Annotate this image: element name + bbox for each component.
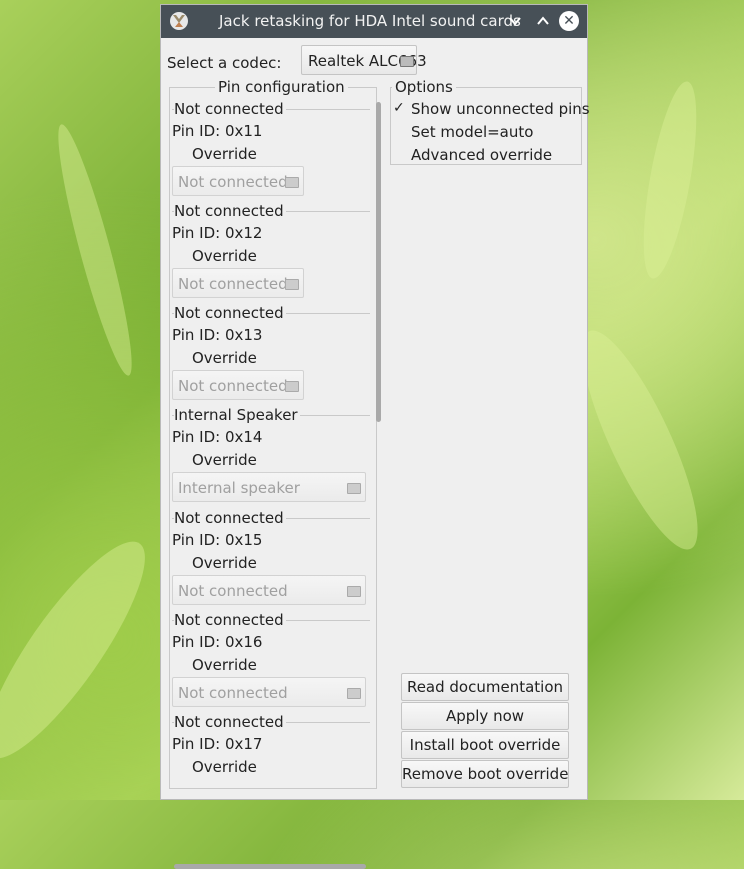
horizontal-scrollbar[interactable] bbox=[174, 864, 366, 869]
pin-name: Not connected bbox=[174, 509, 286, 527]
pin-connection-select[interactable]: Not connected bbox=[172, 370, 304, 400]
pin-name: Internal Speaker bbox=[174, 406, 300, 424]
pin-group: Not connected Pin ID: 0x16 Override Not … bbox=[170, 611, 374, 713]
pin-configuration-legend: Pin configuration bbox=[215, 78, 348, 96]
pin-connection-select[interactable]: Not connected bbox=[172, 677, 366, 707]
pin-connection-value: Not connected bbox=[178, 377, 288, 395]
codec-label: Select a codec: bbox=[167, 54, 282, 72]
pin-group: Not connected Pin ID: 0x15 Override Not … bbox=[170, 509, 374, 611]
pin-connection-select[interactable]: Internal speaker bbox=[172, 472, 366, 502]
pin-name: Not connected bbox=[174, 611, 286, 629]
override-label[interactable]: Override bbox=[192, 349, 257, 367]
apply-now-button[interactable]: Apply now bbox=[401, 702, 569, 730]
override-label[interactable]: Override bbox=[192, 656, 257, 674]
dropdown-icon bbox=[285, 279, 299, 290]
pin-name: Not connected bbox=[174, 202, 286, 220]
codec-select[interactable]: Realtek ALC663 bbox=[301, 45, 427, 75]
pin-connection-value: Not connected bbox=[178, 173, 288, 191]
title-bar[interactable]: Jack retasking for HDA Intel sound cards… bbox=[161, 5, 587, 38]
dropdown-icon bbox=[347, 586, 361, 597]
pin-connection-select[interactable]: Not connected bbox=[172, 166, 304, 196]
dropdown-icon bbox=[285, 381, 299, 392]
override-label[interactable]: Override bbox=[192, 758, 257, 776]
override-label[interactable]: Override bbox=[192, 554, 257, 572]
close-icon[interactable]: ✕ bbox=[559, 11, 579, 31]
dropdown-icon bbox=[285, 177, 299, 188]
pin-name: Not connected bbox=[174, 100, 286, 118]
pin-configuration-frame: Pin configuration Not connected Pin ID: … bbox=[169, 78, 381, 869]
pin-id: Pin ID: 0x14 bbox=[172, 428, 263, 446]
override-label[interactable]: Override bbox=[192, 145, 257, 163]
vertical-scrollbar[interactable] bbox=[376, 102, 381, 422]
override-label[interactable]: Override bbox=[192, 247, 257, 265]
dropdown-icon bbox=[400, 56, 414, 67]
pin-group: Not connected Pin ID: 0x11 Override Not … bbox=[170, 100, 374, 202]
pin-id: Pin ID: 0x16 bbox=[172, 633, 263, 651]
read-documentation-button[interactable]: Read documentation bbox=[401, 673, 569, 701]
chevron-up-icon[interactable] bbox=[533, 11, 553, 31]
pin-name: Not connected bbox=[174, 713, 286, 731]
pin-connection-select[interactable]: Not connected bbox=[172, 575, 366, 605]
pin-group: Internal Speaker Pin ID: 0x14 Override I… bbox=[170, 406, 374, 508]
pin-connection-value: Not connected bbox=[178, 684, 288, 702]
override-label[interactable]: Override bbox=[192, 451, 257, 469]
app-icon bbox=[170, 12, 188, 30]
pin-name: Not connected bbox=[174, 304, 286, 322]
checkmark-icon: ✓ bbox=[393, 100, 405, 116]
pin-connection-value: Not connected bbox=[178, 275, 288, 293]
pin-connection-value: Internal speaker bbox=[178, 479, 300, 497]
dropdown-icon bbox=[347, 483, 361, 494]
pin-id: Pin ID: 0x13 bbox=[172, 326, 263, 344]
pin-group: Not connected Pin ID: 0x12 Override Not … bbox=[170, 202, 374, 304]
pin-connection-select[interactable]: Not connected bbox=[172, 268, 304, 298]
pin-id: Pin ID: 0x15 bbox=[172, 531, 263, 549]
pin-id: Pin ID: 0x11 bbox=[172, 122, 263, 140]
window-title: Jack retasking for HDA Intel sound cards bbox=[219, 12, 521, 30]
pin-group: Not connected Pin ID: 0x17 Override bbox=[170, 713, 374, 788]
chevron-down-icon[interactable] bbox=[505, 11, 525, 31]
option-set-model-auto[interactable]: Set model=auto bbox=[411, 123, 533, 141]
pin-connection-value: Not connected bbox=[178, 582, 288, 600]
install-boot-override-button[interactable]: Install boot override bbox=[401, 731, 569, 759]
pin-id: Pin ID: 0x12 bbox=[172, 224, 263, 242]
options-frame: Options ✓ Show unconnected pins Set mode… bbox=[390, 78, 590, 165]
pin-scroll-area[interactable]: Not connected Pin ID: 0x11 Override Not … bbox=[170, 96, 376, 788]
main-window: Jack retasking for HDA Intel sound cards… bbox=[160, 4, 590, 869]
option-show-unconnected-pins[interactable]: Show unconnected pins bbox=[411, 100, 590, 118]
options-legend: Options bbox=[392, 78, 456, 96]
pin-group: Not connected Pin ID: 0x13 Override Not … bbox=[170, 304, 374, 406]
pin-id: Pin ID: 0x17 bbox=[172, 735, 263, 753]
dropdown-icon bbox=[347, 688, 361, 699]
option-advanced-override[interactable]: Advanced override bbox=[411, 146, 552, 164]
remove-boot-override-button[interactable]: Remove boot override bbox=[401, 760, 569, 788]
